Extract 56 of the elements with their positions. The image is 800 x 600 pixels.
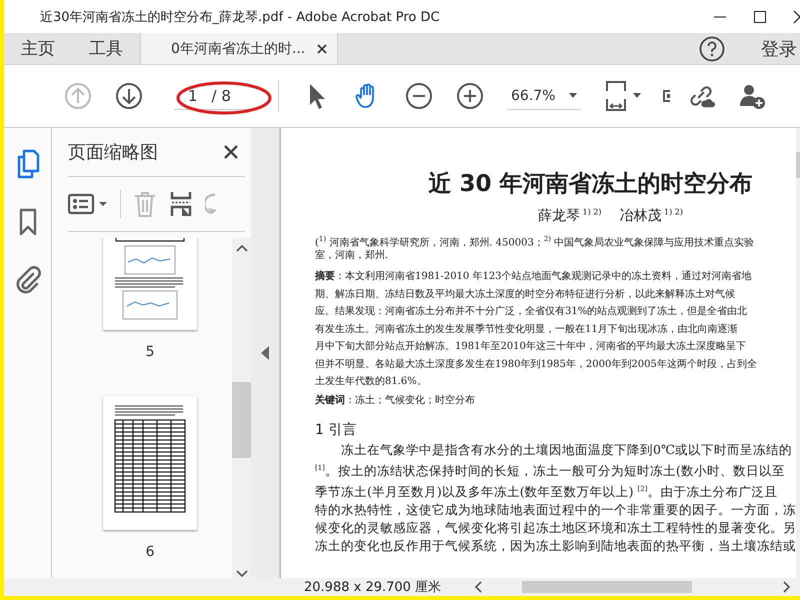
insert-page-icon[interactable] xyxy=(169,190,193,218)
list-options-icon[interactable] xyxy=(68,193,108,215)
bracket-icon[interactable] xyxy=(662,89,672,103)
page-number-label: 6 xyxy=(146,544,155,560)
collapse-panel-handle[interactable] xyxy=(251,128,279,578)
pages-icon[interactable] xyxy=(16,149,40,179)
abstract-text-line: 期、解冻日期、冻结日数及平均最大冻土深度的时空分布特征进行分析，以此来解释冻土对气候 xyxy=(315,288,736,302)
zoom-dropdown[interactable]: 66.7% xyxy=(507,82,581,110)
maximize-icon[interactable] xyxy=(753,10,767,24)
page-size-text: 20.988 x 29.700 厘米 xyxy=(304,579,442,596)
add-user-icon[interactable] xyxy=(738,82,766,110)
chevron-up-icon[interactable] xyxy=(236,244,248,252)
collapse-arrow-icon xyxy=(261,346,270,360)
chevron-down-icon[interactable] xyxy=(236,570,248,578)
caret-icon xyxy=(569,93,577,98)
body-text-line: 冻土在气象学中是指含有水分的土壤因地面温度下降到0℃或以下时而呈冻结的 xyxy=(340,440,793,459)
abstract-text-line: 月中下旬大部分站点开始解冻。1981年至2010年这三十年中，河南省的平均最大冻土深度略呈下 xyxy=(315,340,747,354)
tab[interactable]: 工具 xyxy=(72,33,140,64)
author-name: 薛龙琴 $^{1) 2)}$ xyxy=(538,207,602,225)
zoom-out-icon[interactable] xyxy=(405,82,433,110)
abstract-text-line: 摘要：本文利用河南省1981-2010 年123个站点地面气象观测记录中的冻土资料，通过对河南省地 xyxy=(315,269,753,284)
author-name: 冶林茂 $^{1) 2)}$ xyxy=(620,207,684,225)
close-icon[interactable] xyxy=(223,144,240,160)
section-heading: 1 引言 xyxy=(315,420,358,439)
scrollbar-thumb[interactable] xyxy=(522,581,692,593)
keywords-text: 关键词：冻土；气候变化；时空分布 xyxy=(315,394,476,407)
affiliation-text: ($^{1)}$ 河南省气象科学研究所，河南，郑州. 450003；$^{2)}$ 中国气象局农业气象保障与应用技术重点实验室，河南，郑州. xyxy=(315,234,755,262)
help-icon[interactable] xyxy=(699,36,725,62)
chevron-right-icon[interactable] xyxy=(783,581,791,593)
abstract-text-line: 土发生年代数的81.6%。 xyxy=(315,374,428,390)
panel-title: 页面缩略图 xyxy=(68,141,158,164)
zoom-in-icon[interactable] xyxy=(456,82,484,110)
chevron-left-icon[interactable] xyxy=(474,581,482,593)
paperclip-icon[interactable] xyxy=(14,265,40,295)
body-text-line: $^{[1]}$。按土的冻结状态保持时间的长短，冻土一般可分为短时冻土(数小时、数日以至 xyxy=(315,462,786,480)
abstract-text-line: 有发生冻土。河南省冻土的发生发展季节性变化明显，一般在11月下旬出现冰冻，由北向南逐渐 xyxy=(315,322,739,337)
sign-in-link[interactable]: 登录 xyxy=(761,36,797,60)
document-title: 近 30 年河南省冻土的时空分布 xyxy=(427,170,754,199)
tab[interactable]: 0年河南省冻土的时... xyxy=(140,33,338,64)
scrollbar-thumb[interactable] xyxy=(232,382,252,458)
window-title: 近30年河南省冻土的时空分布_薛龙琴.pdf - Adobe Acrobat Pro DC xyxy=(40,8,441,26)
close-icon[interactable] xyxy=(317,44,328,54)
abstract-text-line: 应。结果发现：河南省冻土分布并不十分广泛，全省仅有31%的站点观测到了冻土，但是全省由北 xyxy=(315,304,748,320)
tab[interactable]: 主页 xyxy=(4,33,72,64)
body-text-line: 候变化的灵敏感应器，气候变化将引起冻土地区环境和冻土工程特性的显著变化。另 xyxy=(315,519,796,538)
abstract-text-line: 但并不明显。各站最大冻土深度多发生在1980年到1985年，2000年到2005年这两个时段，占到全 xyxy=(315,358,758,372)
body-text-line: 冻土的变化也反作用于气候系统，因为冻土影响到陆地表面的热平衡，当土壤冻结或 xyxy=(315,537,796,556)
scrollbar[interactable] xyxy=(232,238,252,578)
body-text-line: 特的水热特性，这使它成为地球陆地表面过程中的一个非常重要的因子。一方面，冻 xyxy=(315,501,796,520)
body-text-line: 季节冻土(半月至数月)以及多年冻土(数年至数万年以上) $^{[2]}$。由于冻土分布广泛且 xyxy=(315,483,778,502)
page-number-field[interactable]: 1 / 8 xyxy=(174,82,258,110)
page-number-label: 5 xyxy=(146,344,155,360)
bookmark-icon[interactable] xyxy=(18,208,38,236)
horizontal-scrollbar[interactable] xyxy=(474,581,791,593)
page-thumbnail[interactable] xyxy=(103,238,198,330)
page-thumbnail[interactable] xyxy=(103,396,198,530)
